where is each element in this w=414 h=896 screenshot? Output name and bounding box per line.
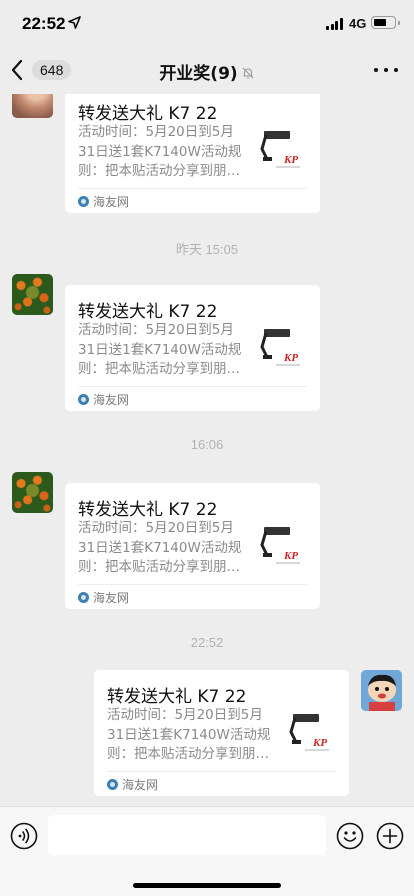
signal-icon <box>326 18 343 30</box>
card-source-label: 海友网 <box>93 195 130 209</box>
battery-icon <box>371 16 400 29</box>
source-logo-icon <box>78 592 89 603</box>
card-source: 海友网 <box>78 589 129 606</box>
svg-text:KP: KP <box>283 550 298 562</box>
more-icon <box>374 68 378 72</box>
link-card[interactable]: 转发送大礼 K7 22 活动时间：5月20日到5月31日送1套K7140W活动规… <box>65 483 320 609</box>
mute-bell-icon <box>242 67 254 79</box>
link-card[interactable]: 转发送大礼 K7 22 活动时间：5月20日到5月31日送1套K7140W活动规… <box>65 285 320 411</box>
status-bar: 22:52 4G <box>0 0 414 46</box>
card-description: 活动时间：5月20日到5月31日送1套K7140W活动规则：把本贴活动分享到朋友… <box>78 520 242 575</box>
nav-bar: 648 开业奖(9) <box>0 46 414 94</box>
input-bar <box>0 806 414 896</box>
message-timestamp: 16:06 <box>190 437 224 452</box>
card-title: 转发送大礼 K7 22 <box>78 500 218 520</box>
source-logo-icon <box>107 779 118 790</box>
location-arrow-icon <box>68 16 81 29</box>
lamp-thumbnail-icon: KP <box>289 714 329 751</box>
chat-title-text: 开业奖(9) <box>159 64 238 84</box>
card-title: 转发送大礼 K7 22 <box>107 687 247 707</box>
message-timestamp: 昨天 15:05 <box>175 242 239 257</box>
chat-title: 开业奖(9) <box>0 59 414 84</box>
link-card[interactable]: 转发送大礼 K7 22 活动时间：5月20日到5月31日送1套K7140W活动规… <box>65 94 320 213</box>
card-source: 海友网 <box>107 776 158 793</box>
message-timestamp: 22:52 <box>190 635 224 650</box>
svg-text:KP: KP <box>283 154 298 166</box>
sender-avatar[interactable] <box>12 274 53 315</box>
lamp-thumbnail-icon: KP <box>260 527 300 564</box>
card-source-label: 海友网 <box>93 591 130 605</box>
card-source: 海友网 <box>78 193 129 210</box>
more-button[interactable] <box>374 58 398 82</box>
self-avatar[interactable] <box>361 670 402 711</box>
card-description: 活动时间：5月20日到5月31日送1套K7140W活动规则：把本贴活动分享到朋友… <box>107 707 271 762</box>
emoji-icon[interactable] <box>336 822 364 850</box>
sender-avatar[interactable] <box>12 94 53 118</box>
card-title: 转发送大礼 K7 22 <box>78 302 218 322</box>
source-logo-icon <box>78 394 89 405</box>
voice-icon[interactable] <box>10 822 38 850</box>
card-source-label: 海友网 <box>93 393 130 407</box>
status-time: 22:52 <box>22 14 66 33</box>
card-description: 活动时间：5月20日到5月31日送1套K7140W活动规则：把本贴活动分享到朋友… <box>78 124 242 179</box>
cartoon-avatar-icon <box>361 670 402 711</box>
sender-avatar[interactable] <box>12 472 53 513</box>
home-indicator <box>133 883 281 888</box>
link-card[interactable]: 转发送大礼 K7 22 活动时间：5月20日到5月31日送1套K7140W活动规… <box>94 670 349 796</box>
message-input[interactable] <box>48 815 326 855</box>
card-description: 活动时间：5月20日到5月31日送1套K7140W活动规则：把本贴活动分享到朋友… <box>78 322 242 377</box>
network-label: 4G <box>349 16 367 31</box>
svg-text:KP: KP <box>283 352 298 364</box>
lamp-thumbnail-icon: KP <box>260 131 300 168</box>
svg-text:KP: KP <box>312 737 327 749</box>
source-logo-icon <box>78 196 89 207</box>
plus-icon[interactable] <box>376 822 404 850</box>
card-source-label: 海友网 <box>122 778 159 792</box>
card-source: 海友网 <box>78 391 129 408</box>
message-list[interactable]: 转发送大礼 K7 22 活动时间：5月20日到5月31日送1套K7140W活动规… <box>0 94 414 806</box>
card-title: 转发送大礼 K7 22 <box>78 104 218 124</box>
lamp-thumbnail-icon: KP <box>260 329 300 366</box>
